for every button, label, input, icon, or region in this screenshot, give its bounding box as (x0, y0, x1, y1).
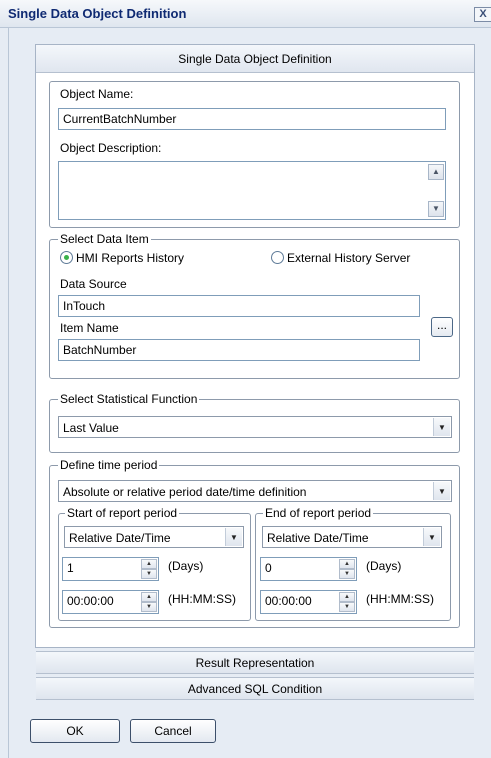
spin-up-icon[interactable]: ▲ (141, 559, 157, 569)
object-name-input[interactable]: CurrentBatchNumber (58, 108, 446, 130)
statistical-function-dropdown[interactable]: Last Value ▼ (58, 416, 452, 438)
browse-button[interactable]: ... (431, 317, 453, 337)
data-source-label: Data Source (60, 277, 127, 291)
time-period-legend: Define time period (58, 458, 160, 472)
start-days-value: 1 (67, 561, 74, 575)
item-name-input[interactable]: BatchNumber (58, 339, 420, 361)
spin-down-icon[interactable]: ▼ (141, 569, 157, 579)
end-days-input[interactable]: 0 ▲ ▼ (260, 557, 357, 581)
end-time-value: 00:00:00 (265, 594, 312, 608)
spin-down-icon[interactable]: ▼ (141, 602, 157, 612)
end-time-unit: (HH:MM:SS) (366, 592, 434, 606)
radio-external-label[interactable]: External History Server (287, 251, 410, 265)
start-time-unit: (HH:MM:SS) (168, 592, 236, 606)
end-mode-value: Relative Date/Time (267, 531, 369, 545)
end-days-unit: (Days) (366, 559, 402, 573)
spin-up-icon[interactable]: ▲ (339, 559, 355, 569)
start-mode-dropdown[interactable]: Relative Date/Time ▼ (64, 526, 244, 548)
radio-hmi-reports-history[interactable] (60, 251, 73, 264)
window-title: Single Data Object Definition (8, 6, 187, 21)
time-definition-value: Absolute or relative period date/time de… (63, 485, 307, 499)
close-button[interactable]: X (474, 7, 491, 22)
start-days-input[interactable]: 1 ▲ ▼ (62, 557, 159, 581)
end-time-input[interactable]: 00:00:00 ▲ ▼ (260, 590, 357, 614)
data-item-legend: Select Data Item (58, 232, 151, 246)
time-definition-dropdown[interactable]: Absolute or relative period date/time de… (58, 480, 452, 502)
object-description-label: Object Description: (60, 141, 162, 155)
start-mode-value: Relative Date/Time (69, 531, 171, 545)
ok-button[interactable]: OK (30, 719, 120, 743)
statistical-function-value: Last Value (63, 421, 119, 435)
dropdown-arrow-icon[interactable]: ▼ (433, 418, 450, 436)
object-description-input[interactable] (58, 161, 446, 220)
data-source-input[interactable]: InTouch (58, 295, 420, 317)
start-time-value: 00:00:00 (67, 594, 114, 608)
spin-down-icon[interactable]: ▼ (339, 602, 355, 612)
item-name-label: Item Name (60, 321, 119, 335)
dropdown-arrow-icon[interactable]: ▼ (423, 528, 440, 546)
statistical-legend: Select Statistical Function (58, 392, 200, 406)
panel-header[interactable]: Single Data Object Definition (36, 45, 474, 73)
scroll-down-icon[interactable]: ▼ (428, 201, 444, 217)
advanced-sql-section[interactable]: Advanced SQL Condition (36, 677, 474, 700)
end-mode-dropdown[interactable]: Relative Date/Time ▼ (262, 526, 442, 548)
start-days-unit: (Days) (168, 559, 204, 573)
cancel-button[interactable]: Cancel (130, 719, 216, 743)
dropdown-arrow-icon[interactable]: ▼ (225, 528, 242, 546)
start-time-input[interactable]: 00:00:00 ▲ ▼ (62, 590, 159, 614)
radio-hmi-label[interactable]: HMI Reports History (76, 251, 184, 265)
radio-external-history-server[interactable] (271, 251, 284, 264)
object-name-label: Object Name: (60, 87, 134, 101)
spin-down-icon[interactable]: ▼ (339, 569, 355, 579)
end-period-legend: End of report period (263, 506, 374, 520)
start-period-legend: Start of report period (65, 506, 180, 520)
spin-up-icon[interactable]: ▲ (141, 592, 157, 602)
scroll-up-icon[interactable]: ▲ (428, 164, 444, 180)
left-border (8, 28, 9, 758)
end-days-value: 0 (265, 561, 272, 575)
spin-up-icon[interactable]: ▲ (339, 592, 355, 602)
result-representation-section[interactable]: Result Representation (36, 651, 474, 674)
dropdown-arrow-icon[interactable]: ▼ (433, 482, 450, 500)
